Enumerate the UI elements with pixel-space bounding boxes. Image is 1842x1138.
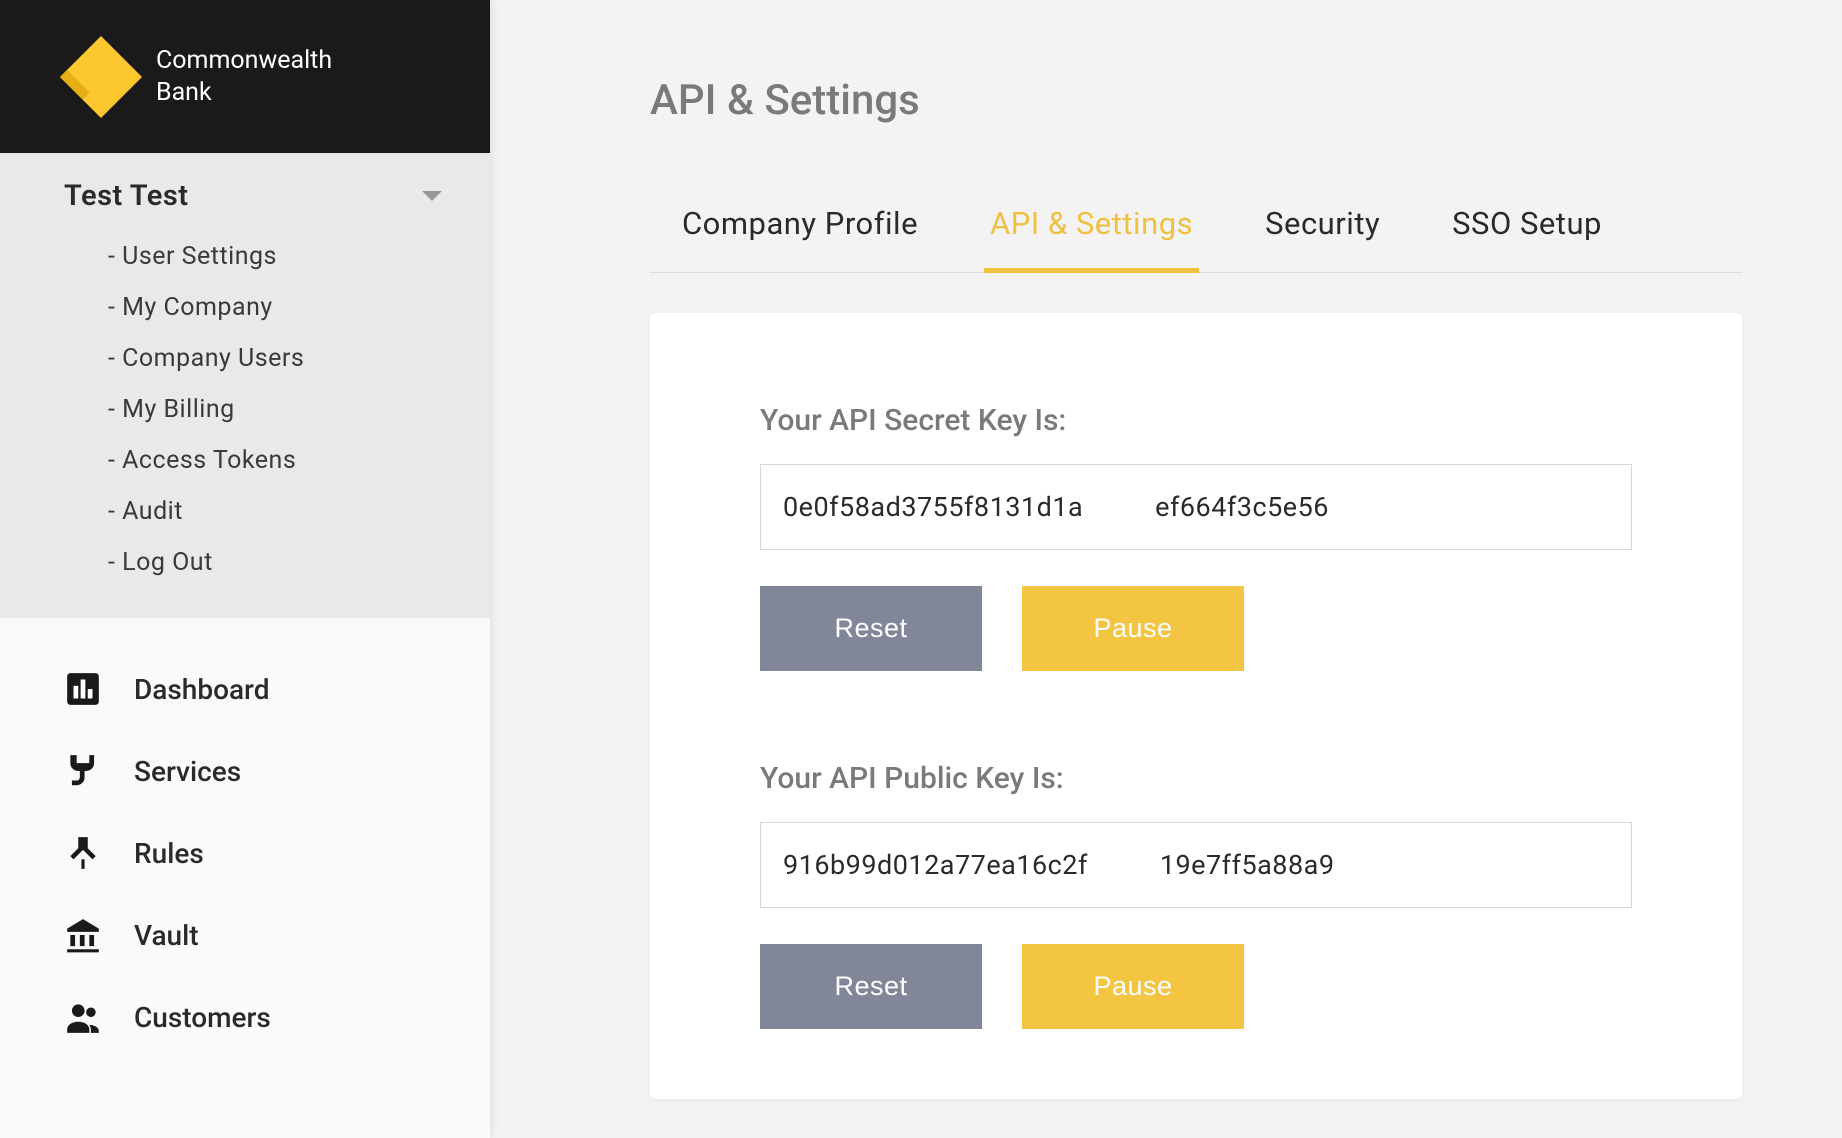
brand-line1: Commonwealth xyxy=(156,45,332,76)
subitem-user-settings[interactable]: User Settings xyxy=(108,231,490,282)
public-pause-button[interactable]: Pause xyxy=(1022,944,1244,1029)
account-section: Test Test User Settings My Company Compa… xyxy=(0,153,490,618)
public-key-value[interactable]: 916b99d012a77ea16c2f 19e7ff5a88a9 xyxy=(760,822,1632,908)
bar-chart-icon xyxy=(64,670,102,708)
tab-sso-setup[interactable]: SSO Setup xyxy=(1446,205,1608,272)
nav-label: Customers xyxy=(134,1001,271,1034)
tab-api-settings[interactable]: API & Settings xyxy=(984,205,1199,273)
tabs: Company Profile API & Settings Security … xyxy=(650,205,1742,273)
subitem-audit[interactable]: Audit xyxy=(108,486,490,537)
brand-logo-icon xyxy=(60,35,142,117)
subitem-access-tokens[interactable]: Access Tokens xyxy=(108,435,490,486)
api-settings-card: Your API Secret Key Is: 0e0f58ad3755f813… xyxy=(650,313,1742,1099)
main-nav: Dashboard Services Rules Vault Customers xyxy=(0,618,490,1058)
people-icon xyxy=(64,998,102,1036)
nav-vault[interactable]: Vault xyxy=(0,894,490,976)
tab-security[interactable]: Security xyxy=(1259,205,1386,272)
sidebar: Commonwealth Bank Test Test User Setting… xyxy=(0,0,490,1138)
nav-services[interactable]: Services xyxy=(0,730,490,812)
subitem-log-out[interactable]: Log Out xyxy=(108,537,490,588)
public-reset-button[interactable]: Reset xyxy=(760,944,982,1029)
nav-customers[interactable]: Customers xyxy=(0,976,490,1058)
subitem-company-users[interactable]: Company Users xyxy=(108,333,490,384)
plug-icon xyxy=(64,752,102,790)
account-dropdown[interactable]: Test Test xyxy=(0,179,490,213)
page-title: API & Settings xyxy=(650,76,1742,125)
account-subitems: User Settings My Company Company Users M… xyxy=(0,231,490,588)
secret-key-value[interactable]: 0e0f58ad3755f8131d1a ef664f3c5e56 xyxy=(760,464,1632,550)
secret-reset-button[interactable]: Reset xyxy=(760,586,982,671)
subitem-my-billing[interactable]: My Billing xyxy=(108,384,490,435)
brand-line2: Bank xyxy=(156,77,332,108)
nav-rules[interactable]: Rules xyxy=(0,812,490,894)
tab-company-profile[interactable]: Company Profile xyxy=(676,205,924,272)
nav-label: Vault xyxy=(134,919,199,952)
main-content: API & Settings Company Profile API & Set… xyxy=(490,0,1842,1138)
subitem-my-company[interactable]: My Company xyxy=(108,282,490,333)
nav-label: Rules xyxy=(134,837,204,870)
brand-header: Commonwealth Bank xyxy=(0,0,490,153)
secret-pause-button[interactable]: Pause xyxy=(1022,586,1244,671)
branch-icon xyxy=(64,834,102,872)
nav-label: Services xyxy=(134,755,241,788)
chevron-down-icon xyxy=(422,191,442,201)
nav-dashboard[interactable]: Dashboard xyxy=(0,648,490,730)
public-key-actions: Reset Pause xyxy=(760,944,1632,1029)
public-key-label: Your API Public Key Is: xyxy=(760,761,1632,796)
account-name: Test Test xyxy=(64,179,189,213)
bank-icon xyxy=(64,916,102,954)
secret-key-actions: Reset Pause xyxy=(760,586,1632,671)
nav-label: Dashboard xyxy=(134,673,269,706)
brand-text: Commonwealth Bank xyxy=(156,45,332,108)
secret-key-label: Your API Secret Key Is: xyxy=(760,403,1632,438)
